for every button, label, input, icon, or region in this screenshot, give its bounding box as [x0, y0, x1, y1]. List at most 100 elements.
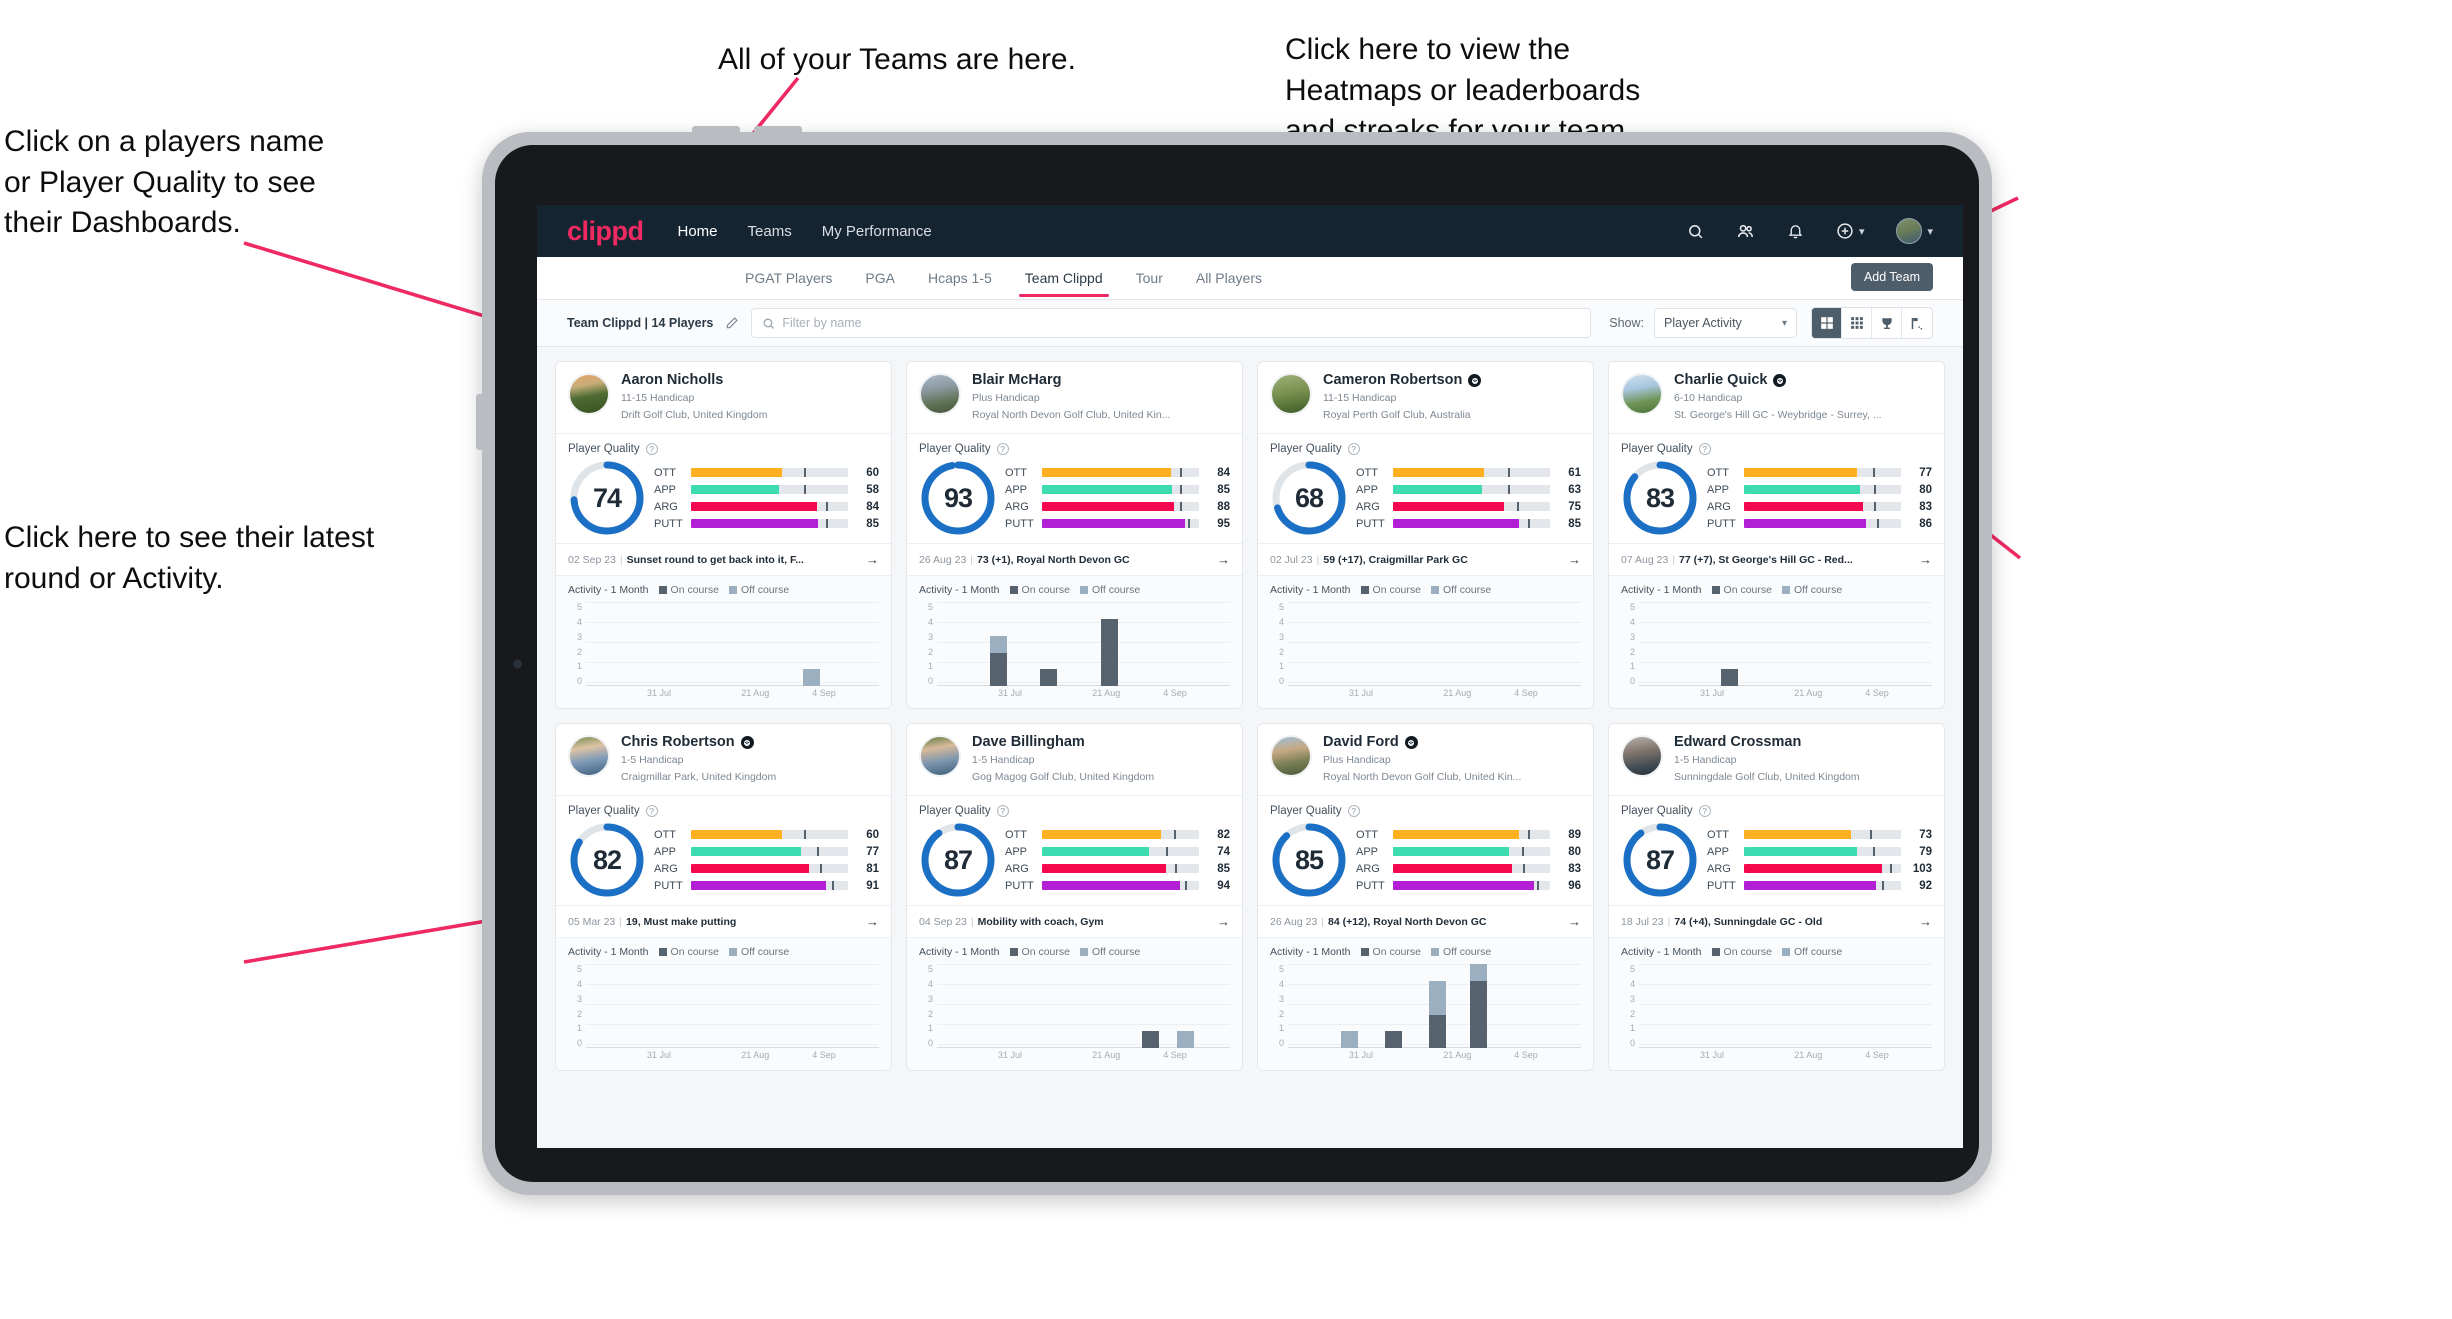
help-icon[interactable]: ? [1698, 805, 1711, 818]
player-quality-section[interactable]: Player Quality? 93 OTT 84 APP 85 ARG 88 PUTT 95 [907, 434, 1242, 545]
tab-pgat-players[interactable]: PGAT Players [743, 259, 834, 297]
y-tick: 0 [576, 1037, 582, 1048]
heatmap-icon[interactable] [1902, 308, 1932, 338]
tab-team-clippd[interactable]: Team Clippd [1018, 259, 1109, 297]
arrow-right-icon[interactable]: → [1568, 552, 1581, 567]
nav-link-my-performance[interactable]: My Performance [822, 223, 932, 240]
player-quality-section[interactable]: Player Quality? 74 OTT 60 APP 58 ARG 84 PUTT 85 [556, 434, 891, 545]
round-description: 59 (+17), Craigmillar Park GC [1323, 553, 1468, 566]
player-name[interactable]: Blair McHarg [972, 372, 1170, 389]
quality-bar-row: OTT 84 [1005, 464, 1230, 481]
quality-score: 93 [943, 482, 973, 513]
grid-view-icon[interactable] [1812, 308, 1842, 338]
quality-bars: OTT 77 APP 80 ARG 83 PUTT 86 [1707, 464, 1932, 532]
people-icon[interactable] [1736, 222, 1755, 241]
profile-menu[interactable]: ▾ [1896, 218, 1933, 244]
quality-score: 87 [1645, 844, 1675, 875]
latest-round-row[interactable]: 02 Sep 23 | Sunset round to get back into … [556, 544, 891, 577]
clippd-logo[interactable]: clippd [567, 216, 644, 247]
power-button[interactable] [476, 394, 484, 450]
player-name[interactable]: David Ford [1323, 734, 1521, 751]
player-card[interactable]: Blair McHarg Plus Handicap Royal North Dev… [906, 361, 1243, 709]
metric-value: 84 [866, 500, 879, 513]
latest-round-row[interactable]: 26 Aug 23 | 84 (+12), Royal North Devon GC… [1258, 906, 1593, 939]
metric-fill [691, 468, 783, 478]
player-card[interactable]: Edward Crossman 1-5 Handicap Sunningdale G… [1608, 723, 1945, 1071]
latest-round-row[interactable]: 05 Mar 23 | 19, Must make putting → [556, 906, 891, 939]
round-separator: | [1667, 915, 1671, 928]
latest-round-row[interactable]: 18 Jul 23 | 74 (+4), Sunningdale GC - Old → [1609, 906, 1944, 939]
search-icon[interactable] [1687, 223, 1704, 240]
volume-up-button[interactable] [692, 126, 740, 134]
help-icon[interactable]: ? [1347, 805, 1360, 818]
player-quality-section[interactable]: Player Quality? 87 OTT 73 APP 79 ARG 103 PUTT 92 [1609, 796, 1944, 907]
tab-all-players[interactable]: All Players [1194, 259, 1264, 297]
latest-round-row[interactable]: 07 Aug 23 | 77 (+7), St George's Hill GC -… [1609, 544, 1944, 577]
arrow-right-icon[interactable]: → [1217, 914, 1230, 929]
trophy-leaderboard-icon[interactable] [1872, 308, 1902, 338]
player-quality-section[interactable]: Player Quality? 82 OTT 60 APP 77 ARG 81 PUTT 91 [556, 796, 891, 907]
activity-bar-on-course [1428, 1014, 1446, 1048]
activity-y-axis: 5 4 3 2 1 0 [1270, 602, 1284, 702]
edit-pencil-icon[interactable] [725, 316, 739, 330]
arrow-right-icon[interactable]: → [866, 914, 879, 929]
team-tabs-bar: PGAT Players PGA Hcaps 1-5 Team Clippd T… [537, 257, 1963, 300]
latest-round-row[interactable]: 04 Sep 23 | Mobility with coach, Gym → [907, 906, 1242, 939]
player-quality-section[interactable]: Player Quality? 83 OTT 77 APP 80 ARG 83 PUTT 86 [1609, 434, 1944, 545]
y-tick: 5 [1629, 964, 1635, 975]
verified-badge-icon [1404, 736, 1418, 750]
player-name[interactable]: Charlie Quick [1674, 372, 1882, 389]
quality-score: 85 [1294, 844, 1324, 875]
player-name[interactable]: Dave Billingham [972, 734, 1154, 751]
player-card[interactable]: Charlie Quick 6-10 Handicap St. George's H… [1608, 361, 1945, 709]
player-handicap: 11-15 Handicap [1323, 391, 1397, 404]
help-icon[interactable]: ? [645, 805, 658, 818]
arrow-right-icon[interactable]: → [1919, 914, 1932, 929]
metric-value: 85 [1217, 862, 1230, 875]
help-icon[interactable]: ? [996, 443, 1009, 456]
activity-chart: 5 4 3 2 1 0 31 Jul 21 Aug 4 Sep [1270, 602, 1581, 702]
arrow-right-icon[interactable]: → [1217, 552, 1230, 567]
player-quality-section[interactable]: Player Quality? 85 OTT 89 APP 80 ARG 83 PUTT 96 [1258, 796, 1593, 907]
dense-grid-view-icon[interactable] [1842, 308, 1872, 338]
player-card[interactable]: Chris Robertson 1-5 Handicap Craigmillar P… [555, 723, 892, 1071]
tab-hcaps-1-5[interactable]: Hcaps 1-5 [926, 259, 994, 297]
y-tick: 2 [1278, 1008, 1284, 1019]
activity-bar [1340, 1031, 1358, 1048]
metric-value: 83 [1919, 500, 1932, 513]
arrow-right-icon[interactable]: → [1919, 552, 1932, 567]
player-card[interactable]: David Ford Plus Handicap Royal North Devon… [1257, 723, 1594, 1071]
player-quality-section[interactable]: Player Quality? 68 OTT 61 APP 63 ARG 75 PUTT 85 [1258, 434, 1593, 545]
quality-bars: OTT 60 APP 58 ARG 84 PUTT 85 [654, 464, 879, 532]
activity-bars [937, 602, 1230, 686]
player-name[interactable]: Edward Crossman [1674, 734, 1860, 751]
arrow-right-icon[interactable]: → [1568, 914, 1581, 929]
player-name[interactable]: Aaron Nicholls [621, 372, 767, 389]
show-view-select[interactable]: Player Activity ▾ [1654, 308, 1797, 338]
help-icon[interactable]: ? [1347, 443, 1360, 456]
metric-benchmark-tick [1528, 519, 1531, 529]
player-card[interactable]: Cameron Robertson 11-15 Handicap Royal Per… [1257, 361, 1594, 709]
volume-down-button[interactable] [754, 126, 802, 134]
plus-circle-icon[interactable]: ▾ [1836, 222, 1864, 240]
help-icon[interactable]: ? [1698, 443, 1711, 456]
arrow-right-icon[interactable]: → [866, 552, 879, 567]
nav-link-teams[interactable]: Teams [748, 223, 792, 240]
nav-link-home[interactable]: Home [678, 223, 718, 240]
help-icon[interactable]: ? [996, 805, 1009, 818]
player-quality-section[interactable]: Player Quality? 87 OTT 82 APP 74 ARG 85 PUTT 94 [907, 796, 1242, 907]
tab-pga[interactable]: PGA [863, 259, 897, 297]
player-name[interactable]: Cameron Robertson [1323, 372, 1482, 389]
add-team-button[interactable]: Add Team [1850, 263, 1933, 291]
view-toggle-group [1811, 307, 1933, 339]
player-club: Gog Magog Golf Club, United Kingdom [972, 771, 1155, 784]
tab-tour[interactable]: Tour [1134, 259, 1165, 297]
player-card[interactable]: Dave Billingham 1-5 Handicap Gog Magog Gol… [906, 723, 1243, 1071]
bell-icon[interactable] [1787, 223, 1804, 240]
player-name[interactable]: Chris Robertson [621, 734, 776, 751]
latest-round-row[interactable]: 02 Jul 23 | 59 (+17), Craigmillar Park GC → [1258, 544, 1593, 577]
search-input[interactable]: Filter by name [751, 308, 1592, 338]
help-icon[interactable]: ? [645, 443, 658, 456]
player-card[interactable]: Aaron Nicholls 11-15 Handicap Drift Golf C… [555, 361, 892, 709]
latest-round-row[interactable]: 26 Aug 23 | 73 (+1), Royal North Devon GC → [907, 544, 1242, 577]
